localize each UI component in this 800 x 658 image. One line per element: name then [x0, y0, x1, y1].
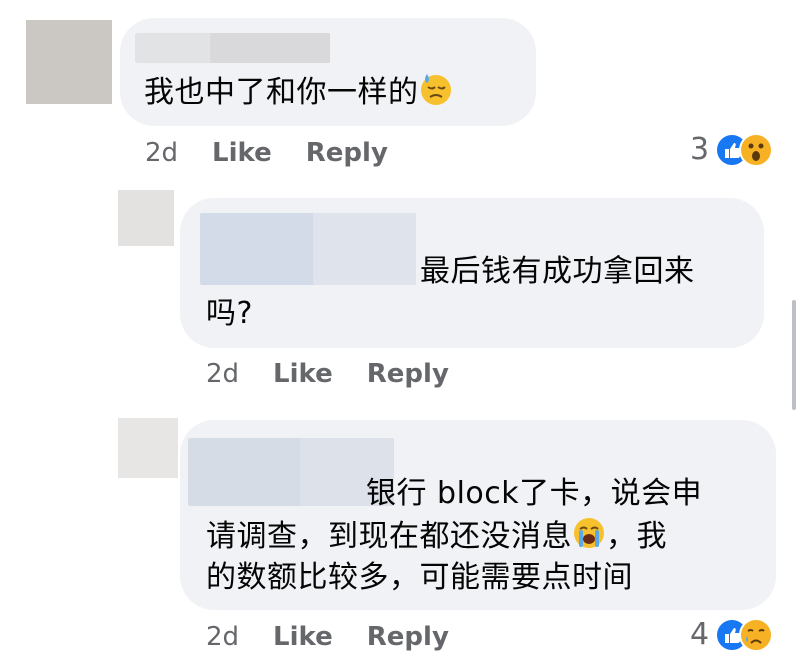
scrollbar[interactable]: [792, 300, 796, 410]
reply-actions: 2d Like Reply: [206, 622, 449, 652]
comment-text: 我也中了和你一样的: [144, 72, 453, 113]
like-button[interactable]: Like: [273, 622, 333, 652]
comment-text-content: 我也中了和你一样的: [144, 75, 419, 110]
reply-text-line: 银行 block了卡，说会申: [366, 476, 703, 511]
reply-button[interactable]: Reply: [367, 622, 449, 652]
replier-avatar[interactable]: [118, 418, 178, 478]
reply-text-line: 最后钱有成功拿回来: [420, 254, 695, 289]
commenter-avatar[interactable]: [26, 20, 112, 104]
commenter-name-redacted: [210, 33, 330, 63]
reply-text-line: 请调查，到现在都还没消息 ，我: [206, 516, 667, 557]
reaction-count: 4: [690, 617, 710, 652]
reply-timestamp[interactable]: 2d: [206, 622, 239, 652]
reply-text-content: 请调查，到现在都还没消息: [206, 519, 572, 554]
reply-text-line: 吗?: [206, 296, 253, 331]
downcast-face-with-sweat-icon: [419, 72, 453, 106]
reply-text-line: 的数额比较多，可能需要点时间: [206, 560, 633, 595]
reply-button[interactable]: Reply: [306, 138, 388, 168]
comment-timestamp[interactable]: 2d: [145, 138, 178, 168]
sad-reaction-icon: [739, 617, 774, 652]
wow-reaction-icon: [739, 132, 774, 167]
reply-timestamp[interactable]: 2d: [206, 359, 239, 389]
reply-actions: 2d Like Reply: [206, 359, 449, 389]
reply-button[interactable]: Reply: [367, 359, 449, 389]
loudly-crying-face-icon: [572, 516, 606, 550]
like-button[interactable]: Like: [273, 359, 333, 389]
replier-name-redacted: [313, 213, 416, 285]
reaction-summary[interactable]: 3: [690, 132, 774, 167]
like-button[interactable]: Like: [212, 138, 272, 168]
reaction-summary[interactable]: 4: [690, 617, 774, 652]
reaction-count: 3: [690, 132, 710, 167]
replier-avatar[interactable]: [118, 190, 174, 246]
comment-actions: 2d Like Reply: [145, 138, 388, 168]
reply-text-content: ，我: [606, 519, 667, 554]
